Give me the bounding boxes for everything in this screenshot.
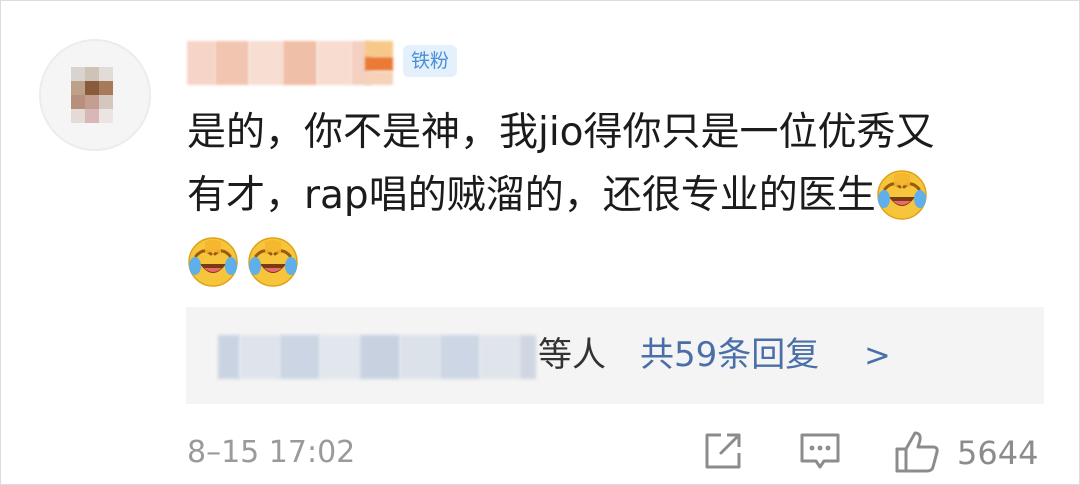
laughing-crying-emoji <box>188 236 238 287</box>
comment-icon[interactable] <box>798 429 842 473</box>
share-icon[interactable] <box>701 429 745 473</box>
comment-text-line-2: 有才，rap唱的贼溜的，还很专业的医生 <box>187 164 1037 227</box>
thumbs-up-icon[interactable] <box>893 429 941 475</box>
laughing-crying-emoji <box>876 169 927 220</box>
reply-count-link[interactable]: 共59条回复 <box>640 329 819 381</box>
laughing-crying-emoji <box>248 236 298 287</box>
comment-text-line-1: 是的，你不是神，我jio得你只是一位优秀又 <box>187 110 935 155</box>
username-obscured[interactable] <box>187 41 393 85</box>
fan-badge: 铁粉 <box>403 45 458 77</box>
comment-card: 铁粉 是的，你不是神，我jio得你只是一位优秀又 有才，rap唱的贼溜的，还很专… <box>0 0 1080 485</box>
chevron-right-icon[interactable]: > <box>864 329 891 381</box>
reply-names-suffix: 等人 <box>538 335 606 375</box>
comment-body: 是的，你不是神，我jio得你只是一位优秀又 有才，rap唱的贼溜的，还很专业的医… <box>187 101 1037 291</box>
comment-text-line-2-text: 有才，rap唱的贼溜的，还很专业的医生 <box>187 173 876 218</box>
emoji-row <box>187 231 1037 291</box>
comment-timestamp: 8–15 17:02 <box>187 435 356 470</box>
replies-preview[interactable]: 等人 共59条回复 > <box>186 307 1044 404</box>
reply-names-obscured <box>218 335 536 379</box>
avatar[interactable] <box>39 39 151 151</box>
like-count: 5644 <box>957 434 1039 472</box>
